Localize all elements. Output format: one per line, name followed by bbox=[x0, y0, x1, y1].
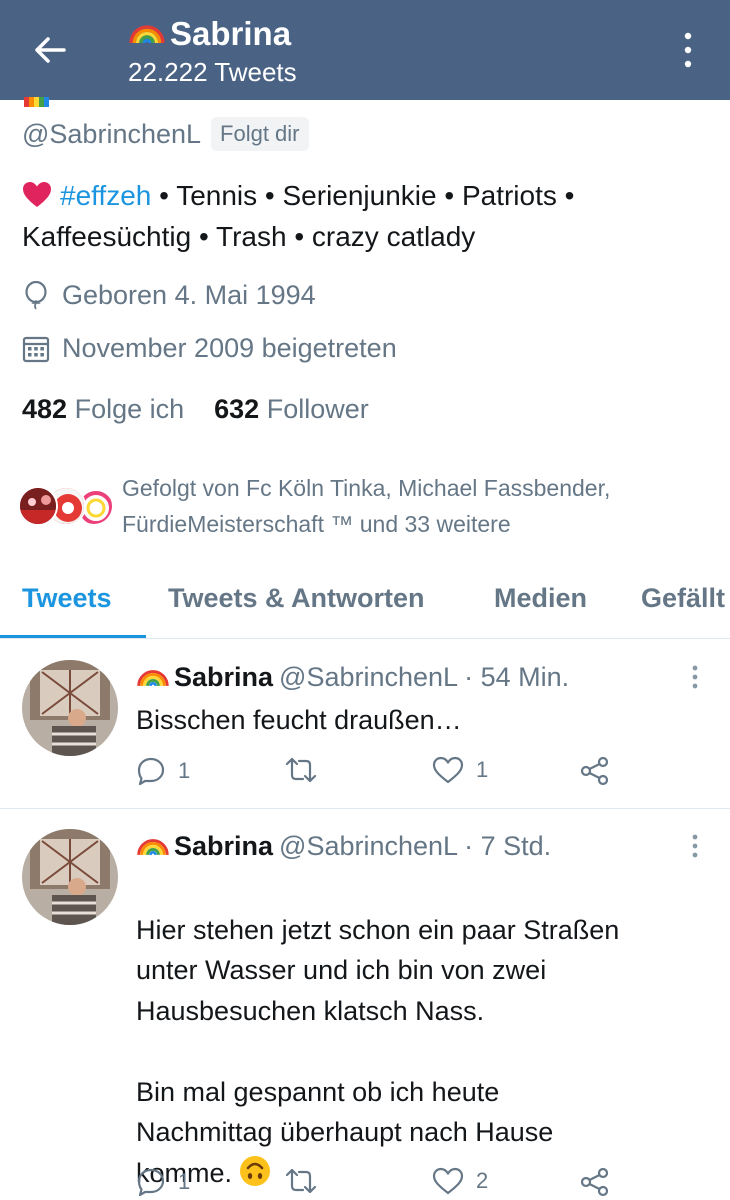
share-button[interactable] bbox=[580, 1167, 622, 1197]
header-tweet-count: 22.222 Tweets bbox=[128, 57, 297, 87]
birthday-text: Geboren 4. Mai 1994 bbox=[62, 280, 316, 310]
arrow-left-icon[interactable] bbox=[30, 30, 70, 70]
tweet-actions: 1 2 bbox=[136, 1167, 636, 1200]
tweet-text-block: Hier stehen jetzt schon ein paar Straßen… bbox=[136, 869, 716, 1193]
profile-header: Sabrina 22.222 Tweets bbox=[0, 0, 730, 100]
like-button[interactable]: 2 bbox=[432, 1167, 488, 1195]
reply-count: 1 bbox=[178, 758, 191, 783]
share-icon bbox=[580, 1167, 609, 1197]
retweet-icon bbox=[285, 757, 317, 783]
birthday-row: Geboren 4. Mai 1994 bbox=[22, 280, 316, 311]
tweet-author-name[interactable]: Sabrina bbox=[174, 662, 273, 693]
active-tab-indicator bbox=[0, 635, 146, 638]
tweet-text: Hier stehen jetzt schon ein paar Straßen… bbox=[136, 914, 620, 1188]
tab-media[interactable]: Medien bbox=[494, 583, 587, 614]
calendar-icon bbox=[22, 336, 50, 362]
tab-likes[interactable]: Gefällt mir bbox=[641, 583, 730, 614]
follows-you-badge: Folgt dir bbox=[211, 117, 309, 151]
reply-button[interactable]: 1 bbox=[136, 1167, 190, 1197]
tweet-more-icon[interactable] bbox=[690, 664, 700, 690]
profile-handle: @SabrinchenL bbox=[22, 118, 202, 149]
joined-text: November 2009 beigetreten bbox=[62, 333, 397, 363]
tweet-author-name[interactable]: Sabrina bbox=[174, 831, 273, 862]
like-button[interactable]: 1 bbox=[432, 756, 488, 784]
tweet-item[interactable]: Sabrina @SabrinchenL · 7 Std. Hier stehe… bbox=[0, 809, 730, 1200]
following-count: 482 bbox=[22, 394, 68, 424]
followers-label: Follower bbox=[266, 394, 369, 424]
share-icon bbox=[580, 756, 609, 786]
tab-tweets[interactable]: Tweets bbox=[22, 583, 112, 614]
reply-icon bbox=[137, 1168, 165, 1197]
profile-handle-row: @SabrinchenL Folgt dir bbox=[22, 117, 309, 151]
bio-line-2: Kaffeesüchtig • Trash • crazy catlady bbox=[22, 221, 476, 252]
tweet-timestamp: · 7 Std. bbox=[464, 831, 552, 861]
followed-by-text: Gefolgt von Fc Köln Tinka, Michael Fassb… bbox=[122, 470, 712, 542]
rainbow-emoji-icon bbox=[137, 838, 169, 855]
rainbow-emoji-icon bbox=[129, 25, 165, 44]
heart-icon bbox=[432, 756, 464, 784]
reply-button[interactable]: 1 bbox=[136, 756, 190, 786]
rainbow-emoji-icon bbox=[137, 669, 169, 686]
followers-count: 632 bbox=[214, 394, 260, 424]
tweet-header: Sabrina @SabrinchenL · 7 Std. bbox=[136, 831, 551, 862]
followed-by-line-2: FürdieMeisterschaft ™ und 33 weitere bbox=[122, 511, 511, 537]
reply-count: 1 bbox=[178, 1169, 191, 1194]
profile-tabs: Tweets Tweets & Antworten Medien Gefällt… bbox=[0, 565, 730, 639]
following-stat[interactable]: 482 Folge ich bbox=[22, 394, 184, 425]
red-heart-emoji-icon bbox=[23, 182, 51, 207]
joined-row: November 2009 beigetreten bbox=[22, 333, 397, 364]
followed-by-avatars bbox=[18, 481, 114, 531]
followers-stat[interactable]: 632 Follower bbox=[214, 394, 369, 425]
bio-line-1: #effzeh • Tennis • Serienjunkie • Patrio… bbox=[22, 175, 712, 216]
balloon-icon bbox=[25, 280, 47, 309]
retweet-button[interactable] bbox=[284, 756, 330, 784]
header-name-row: Sabrina bbox=[128, 14, 297, 54]
bio-line-1-text: • Tennis • Serienjunkie • Patriots • bbox=[151, 180, 575, 211]
header-name: Sabrina bbox=[170, 15, 292, 52]
profile-bio: #effzeh • Tennis • Serienjunkie • Patrio… bbox=[22, 175, 712, 257]
bio-hashtag-link[interactable]: #effzeh bbox=[60, 180, 151, 211]
follow-stats: 482 Folge ich 632 Follower bbox=[22, 394, 399, 425]
share-button[interactable] bbox=[580, 756, 622, 786]
like-count: 1 bbox=[476, 757, 489, 782]
tweet-header: Sabrina @SabrinchenL · 54 Min. bbox=[136, 662, 569, 693]
tweet-author-avatar[interactable] bbox=[22, 660, 118, 756]
more-vertical-icon[interactable] bbox=[682, 30, 694, 70]
header-title-block: Sabrina 22.222 Tweets bbox=[128, 14, 297, 88]
followed-by-line-1: Gefolgt von Fc Köln Tinka, Michael Fassb… bbox=[122, 475, 611, 501]
followed-by-row[interactable]: Gefolgt von Fc Köln Tinka, Michael Fassb… bbox=[18, 470, 712, 542]
tweet-text: Bisschen feucht draußen… bbox=[136, 705, 462, 735]
tweet-author-handle: @SabrinchenL bbox=[279, 662, 459, 692]
name-rainbow-emoji-icon bbox=[24, 97, 49, 107]
tweet-author-avatar[interactable] bbox=[22, 829, 118, 925]
tweet-item[interactable]: Sabrina @SabrinchenL · 54 Min. Bisschen … bbox=[0, 640, 730, 808]
retweet-icon bbox=[285, 1168, 317, 1194]
following-label: Folge ich bbox=[74, 394, 185, 424]
tweet-actions: 1 1 bbox=[136, 756, 636, 792]
tweet-more-icon[interactable] bbox=[690, 833, 700, 859]
retweet-button[interactable] bbox=[284, 1167, 330, 1195]
tab-tweets-and-replies[interactable]: Tweets & Antworten bbox=[168, 583, 425, 614]
tweet-author-handle: @SabrinchenL bbox=[279, 831, 459, 861]
reply-icon bbox=[137, 757, 165, 786]
heart-icon bbox=[432, 1167, 464, 1195]
tweet-timestamp: · 54 Min. bbox=[464, 662, 570, 692]
follower-avatar bbox=[18, 486, 58, 526]
like-count: 2 bbox=[476, 1168, 489, 1193]
